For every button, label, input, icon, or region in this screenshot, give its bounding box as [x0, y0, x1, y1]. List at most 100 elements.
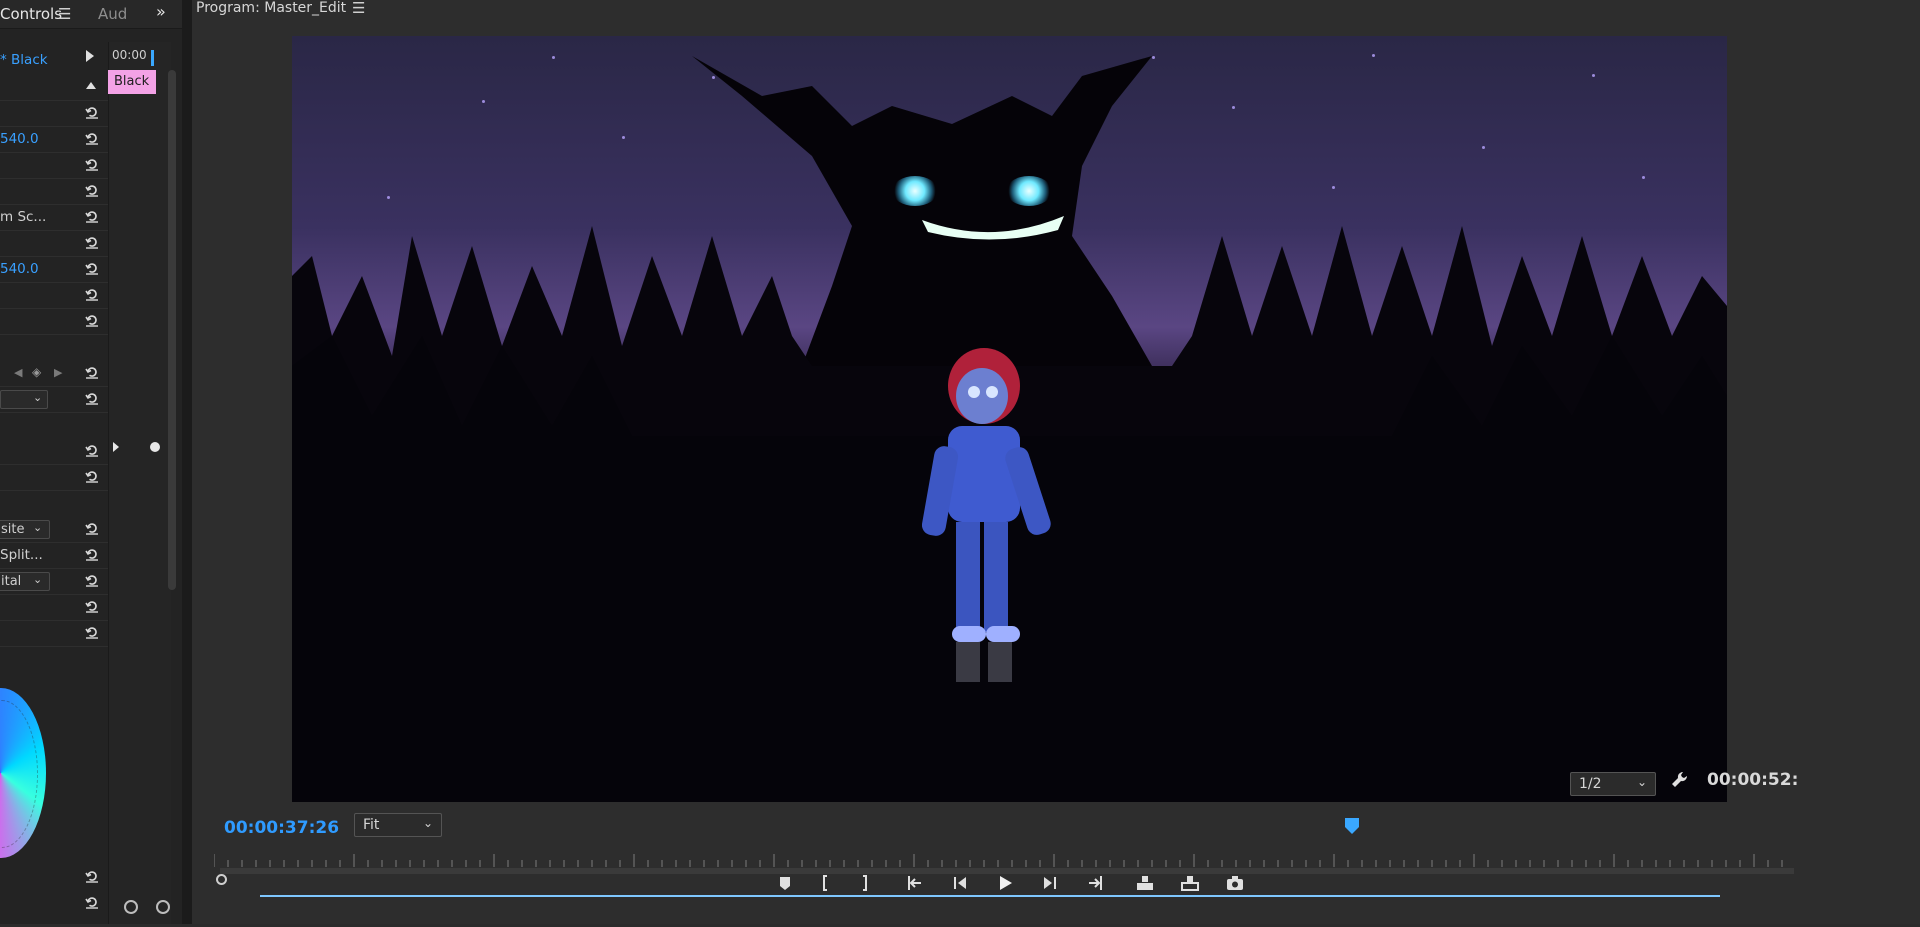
- monster-teeth: [922, 216, 1064, 240]
- zoom-handle-right[interactable]: [156, 900, 170, 914]
- tab-effect-controls[interactable]: Controls: [0, 5, 62, 23]
- property-row: [0, 464, 108, 491]
- anchor-y-value[interactable]: 540.0: [0, 261, 39, 277]
- property-row: [0, 864, 108, 890]
- reset-icon[interactable]: [84, 130, 100, 146]
- add-keyframe-icon[interactable]: ◈: [32, 365, 41, 379]
- property-row: [0, 438, 108, 465]
- collapse-arrow-icon[interactable]: [86, 82, 96, 89]
- export-frame-button[interactable]: [1220, 868, 1250, 898]
- orientation-dropdown[interactable]: ital ⌄: [0, 572, 50, 591]
- property-row: [0, 308, 108, 335]
- keyframe-start-marker[interactable]: [113, 442, 119, 452]
- reset-icon[interactable]: [84, 286, 100, 302]
- reset-icon[interactable]: [84, 104, 100, 120]
- tab-audio[interactable]: Aud: [98, 5, 127, 23]
- go-to-out-button[interactable]: [1080, 868, 1110, 898]
- reset-icon[interactable]: [84, 442, 100, 458]
- reset-icon[interactable]: [84, 156, 100, 172]
- add-marker-button[interactable]: [770, 868, 800, 898]
- property-row: [0, 594, 108, 621]
- keyframe-row: ◀ ◈ ▶: [0, 360, 108, 387]
- mark-out-icon: [863, 875, 867, 891]
- property-row: [0, 100, 108, 127]
- reset-icon[interactable]: [84, 260, 100, 276]
- reset-icon[interactable]: [84, 182, 100, 198]
- effect-mini-timeline[interactable]: [108, 42, 171, 924]
- mark-out-button[interactable]: [850, 868, 880, 898]
- zoom-handle-left[interactable]: [124, 900, 138, 914]
- split-label: Split...: [0, 547, 43, 563]
- lift-icon: [1137, 876, 1153, 890]
- go-to-in-icon: [908, 876, 921, 890]
- position-y-value[interactable]: 540.0: [0, 131, 39, 147]
- mini-playhead[interactable]: [151, 50, 154, 66]
- monster-eye-left: [892, 176, 938, 206]
- double-chevron-right-icon[interactable]: »: [156, 2, 166, 21]
- reset-icon[interactable]: [84, 520, 100, 536]
- step-back-button[interactable]: [945, 868, 975, 898]
- monster-eye-right: [1006, 176, 1052, 206]
- zoom-level-select[interactable]: Fit ⌄: [354, 813, 442, 837]
- prev-keyframe-icon[interactable]: ◀: [14, 366, 22, 379]
- reset-icon[interactable]: [84, 312, 100, 328]
- monitor-title[interactable]: Program: Master_Edit: [196, 0, 346, 16]
- mark-in-button[interactable]: [810, 868, 840, 898]
- mode-dropdown[interactable]: ⌄: [0, 390, 48, 409]
- property-row-split: Split...: [0, 542, 108, 569]
- property-row: [0, 620, 108, 647]
- property-row: [0, 152, 108, 179]
- reset-icon[interactable]: [84, 572, 100, 588]
- property-row-position: 540.0: [0, 126, 108, 153]
- property-row: [0, 282, 108, 309]
- extract-button[interactable]: [1175, 868, 1205, 898]
- go-to-out-icon: [1089, 876, 1102, 890]
- step-back-icon: [954, 877, 966, 889]
- property-row-anchor: 540.0: [0, 256, 108, 283]
- left-scrollbar[interactable]: [168, 70, 176, 590]
- extract-icon: [1181, 876, 1199, 891]
- composite-dropdown-value: site: [1, 522, 25, 537]
- reset-icon[interactable]: [84, 894, 100, 910]
- hamburger-menu-icon[interactable]: ☰: [352, 0, 365, 17]
- camera-icon: [1227, 876, 1243, 890]
- playhead[interactable]: [1344, 818, 1359, 834]
- video-preview[interactable]: [292, 36, 1727, 802]
- chevron-down-icon: ⌄: [33, 391, 43, 404]
- play-button[interactable]: [990, 868, 1020, 898]
- hamburger-menu-icon[interactable]: ☰: [58, 5, 71, 23]
- go-to-in-button[interactable]: [900, 868, 930, 898]
- step-forward-button[interactable]: [1035, 868, 1065, 898]
- clip-label-black[interactable]: Black: [108, 70, 156, 94]
- reset-icon[interactable]: [84, 364, 100, 380]
- wrench-icon[interactable]: [1670, 770, 1690, 794]
- reset-icon[interactable]: [84, 598, 100, 614]
- reset-icon[interactable]: [84, 208, 100, 224]
- reset-icon[interactable]: [84, 234, 100, 250]
- lift-button[interactable]: [1130, 868, 1160, 898]
- next-keyframe-icon[interactable]: ▶: [54, 366, 62, 379]
- current-timecode[interactable]: 00:00:37:26: [224, 818, 339, 838]
- keyframe-dot[interactable]: [150, 442, 160, 452]
- property-row-composite: site ⌄: [0, 516, 108, 543]
- composite-dropdown[interactable]: site ⌄: [0, 520, 50, 539]
- effect-controls-panel: Controls ☰ Aud » * Black 540.0 m Sc... 5…: [0, 0, 182, 924]
- chevron-down-icon: ⌄: [423, 816, 434, 830]
- reset-icon[interactable]: [84, 390, 100, 406]
- chevron-down-icon: ⌄: [33, 521, 43, 534]
- ruler-start-handle[interactable]: [216, 874, 227, 885]
- zoom-level-value: Fit: [363, 817, 380, 833]
- property-row: [0, 890, 108, 916]
- panel-separator[interactable]: [182, 0, 192, 924]
- playback-resolution-select[interactable]: 1/2 ⌄: [1570, 772, 1656, 796]
- reset-icon[interactable]: [84, 624, 100, 640]
- sequence-timeline-edge[interactable]: [260, 895, 1720, 927]
- marker-icon: [780, 877, 790, 890]
- step-forward-icon: [1044, 877, 1056, 889]
- property-row-orientation: ital ⌄: [0, 568, 108, 595]
- mini-timeline-timecode: 00:00: [112, 48, 147, 62]
- reset-icon[interactable]: [84, 868, 100, 884]
- reset-icon[interactable]: [84, 546, 100, 562]
- reset-icon[interactable]: [84, 468, 100, 484]
- property-row: [0, 74, 108, 101]
